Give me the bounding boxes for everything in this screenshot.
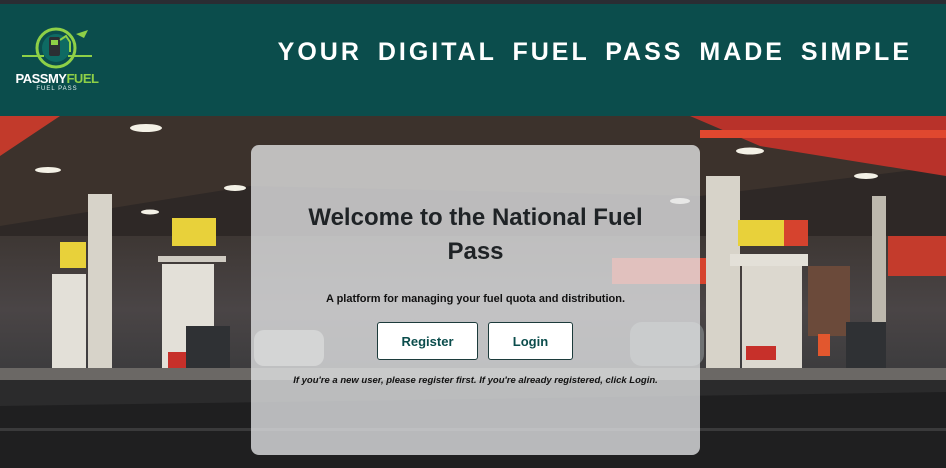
welcome-title: Welcome to the National Fuel Pass: [308, 204, 643, 265]
welcome-card: Welcome to the National Fuel Pass A plat…: [251, 145, 700, 455]
fuel-pump-icon: [22, 27, 92, 69]
logo-wordmark: PASSMYFUEL: [15, 71, 99, 86]
register-button[interactable]: Register: [377, 322, 478, 360]
logo-subtitle: FUEL PASS: [36, 86, 78, 92]
passmyfuel-logo[interactable]: PASSMYFUEL FUEL PASS: [14, 26, 100, 98]
login-button[interactable]: Login: [488, 322, 573, 360]
registration-hint: If you're a new user, please register fi…: [293, 375, 658, 386]
welcome-subtitle: A platform for managing your fuel quota …: [325, 293, 626, 305]
site-header: PASSMYFUEL FUEL PASS YOUR DIGITAL FUEL P…: [0, 4, 946, 116]
header-tagline: YOUR DIGITAL FUEL PASS MADE SIMPLE: [277, 38, 912, 66]
